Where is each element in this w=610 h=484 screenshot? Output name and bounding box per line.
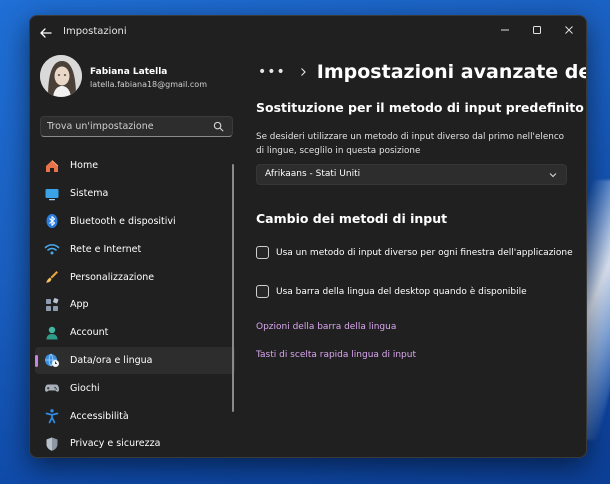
chevron-down-icon (549, 173, 557, 178)
bluetooth-icon (46, 214, 58, 229)
per-app-input-checkbox[interactable] (256, 246, 269, 259)
sidebar-item-label: Rete e Internet (70, 243, 142, 255)
chevron-right-icon (300, 68, 306, 76)
switching-section-title: Cambio dei metodi di input (256, 211, 448, 226)
dropdown-selected-value: Afrikaans - Stati Uniti (265, 169, 361, 179)
page-title: Impostazioni avanzate della ta (316, 61, 586, 83)
desktop-language-bar-label: Usa barra della lingua del desktop quand… (276, 286, 527, 297)
maximize-icon (533, 26, 541, 34)
override-section-title: Sostituzione per il metodo di input pred… (256, 100, 584, 115)
wifi-icon (44, 244, 60, 255)
sidebar-item-network[interactable]: Rete e Internet (35, 235, 235, 263)
sidebar-item-label: Privacy e sicurezza (70, 438, 161, 450)
sidebar-item-label: Personalizzazione (70, 271, 155, 283)
sidebar-item-accessibility[interactable]: Accessibilità (35, 402, 235, 430)
sidebar-item-label: Giochi (70, 382, 100, 394)
apps-icon (46, 297, 59, 311)
breadcrumb: ••• Impostazioni avanzate della ta (258, 58, 586, 86)
title-bar: Impostazioni (30, 16, 586, 50)
search-icon[interactable] (213, 121, 224, 132)
sidebar-item-system[interactable]: Sistema (35, 180, 235, 208)
sidebar-item-accounts[interactable]: Account (35, 319, 235, 347)
back-button[interactable] (36, 23, 56, 43)
sidebar-item-label: Accessibilità (70, 410, 129, 422)
desktop-language-bar-checkbox[interactable] (256, 285, 269, 298)
globe-clock-icon (45, 354, 59, 368)
avatar[interactable] (40, 55, 82, 97)
minimize-icon (501, 29, 509, 31)
sidebar-item-label: Account (70, 327, 109, 339)
sidebar-item-label: Home (70, 160, 99, 172)
user-photo-icon (40, 55, 82, 97)
sidebar-item-gaming[interactable]: Giochi (35, 374, 235, 402)
search-input[interactable] (47, 117, 207, 136)
account-icon (46, 326, 58, 340)
sidebar-nav: Home Sistema Bluetooth e dispositivi Ret… (35, 152, 235, 457)
input-hotkeys-link[interactable]: Tasti di scelta rapida lingua di input (256, 350, 416, 360)
override-description: Se desideri utilizzare un metodo di inpu… (256, 132, 565, 156)
sidebar-item-personalization[interactable]: Personalizzazione (35, 263, 235, 291)
gamepad-icon (45, 384, 59, 392)
user-name: Fabiana Latella (90, 67, 168, 77)
home-icon (46, 160, 59, 172)
sidebar-item-label: App (70, 299, 89, 311)
sidebar-item-label: Data/ora e lingua (70, 354, 153, 366)
app-title: Impostazioni (63, 26, 127, 37)
sidebar-item-label: Bluetooth e dispositivi (70, 215, 176, 227)
search-box[interactable] (40, 116, 233, 137)
per-app-input-option[interactable]: Usa un metodo di input diverso per ogni … (256, 246, 573, 259)
sidebar-item-privacy[interactable]: Privacy e sicurezza (35, 430, 235, 457)
sidebar-item-bluetooth[interactable]: Bluetooth e dispositivi (35, 208, 235, 236)
settings-window: Impostazioni Fabiana Latella latella.fab… (29, 15, 587, 458)
per-app-input-label: Usa un metodo di input diverso per ogni … (276, 247, 573, 258)
sidebar-item-label: Sistema (70, 188, 109, 200)
arrow-left-icon (40, 28, 52, 38)
paintbrush-icon (46, 271, 58, 283)
minimize-button[interactable] (490, 19, 520, 41)
sidebar-item-apps[interactable]: App (35, 291, 235, 319)
input-method-dropdown[interactable]: Afrikaans - Stati Uniti (256, 164, 567, 185)
close-button[interactable] (554, 19, 584, 41)
close-icon (565, 26, 573, 34)
user-email: latella.fabiana18@gmail.com (90, 80, 207, 89)
system-icon (45, 188, 59, 200)
sidebar-item-home[interactable]: Home (35, 152, 235, 180)
desktop-language-bar-option[interactable]: Usa barra della lingua del desktop quand… (256, 285, 527, 298)
shield-icon (46, 437, 58, 451)
language-bar-options-link[interactable]: Opzioni della barra della lingua (256, 322, 396, 332)
maximize-button[interactable] (522, 19, 552, 41)
sidebar-item-time-language[interactable]: Data/ora e lingua (35, 346, 235, 375)
accessibility-icon (45, 409, 59, 424)
sidebar-scrollbar[interactable] (232, 164, 234, 412)
breadcrumb-more-button[interactable]: ••• (258, 64, 286, 80)
